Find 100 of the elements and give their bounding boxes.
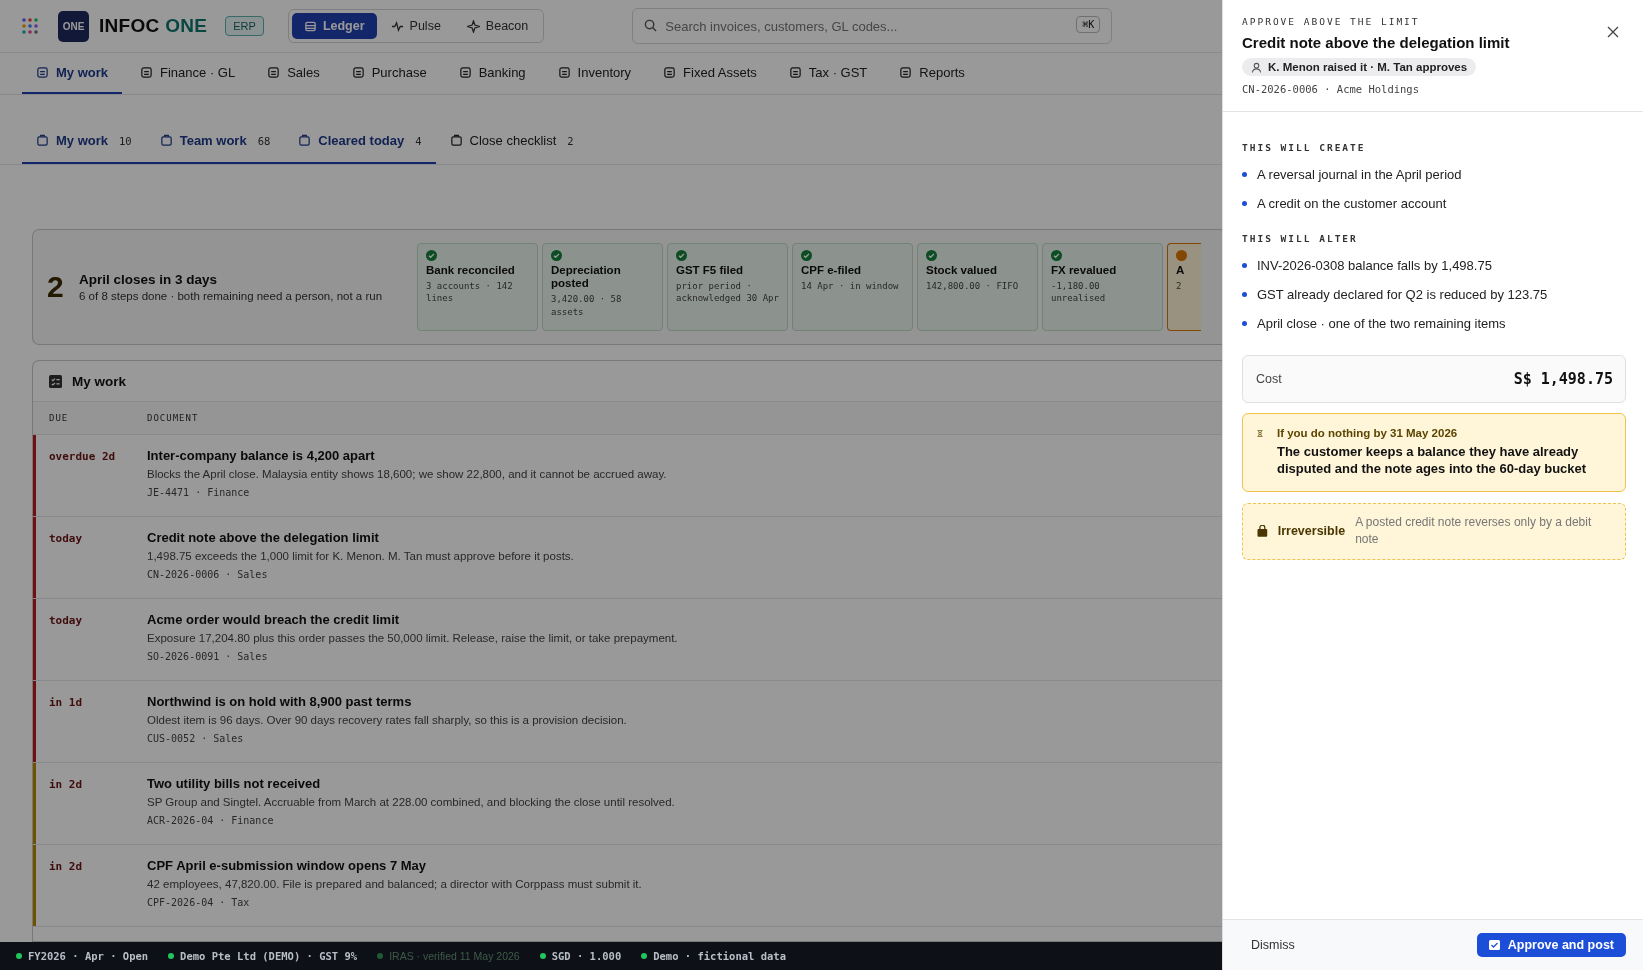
item-reference: ACR-2026-04 · Finance bbox=[147, 815, 275, 826]
due-label: in 2d bbox=[49, 859, 84, 875]
step-detail: 142,800.00 · FIFO bbox=[926, 280, 1019, 293]
logo-mark: ONE bbox=[58, 10, 89, 42]
approve-button[interactable]: Approve and post bbox=[1476, 933, 1626, 957]
close-icon[interactable] bbox=[1605, 24, 1621, 40]
close-step-card[interactable]: Bank reconciled 3 accounts · 142 lines bbox=[417, 243, 538, 331]
pulse-icon bbox=[390, 19, 404, 33]
step-title: Bank reconciled bbox=[426, 264, 515, 278]
effect-item: GST already declared for Q2 is reduced by 123.75 bbox=[1257, 287, 1548, 302]
warning-text: The customer keeps a balance they have already disputed and the note ages into the 60-day bucket bbox=[1277, 444, 1588, 478]
mode-tab[interactable]: Beacon bbox=[454, 13, 541, 39]
work-tab[interactable]: Cleared today 4 bbox=[284, 119, 436, 164]
step-detail: 3 accounts · 142 lines bbox=[426, 280, 514, 305]
close-step-card[interactable]: GST F5 filed prior period · acknowledged 30 Apr bbox=[667, 243, 788, 331]
step-title: A bbox=[1176, 264, 1185, 278]
item-title: Two utility bills not received bbox=[147, 776, 322, 791]
section-heading: THIS WILL CREATE bbox=[1242, 142, 1367, 153]
step-detail: -1,180.00 unrealised bbox=[1051, 280, 1107, 305]
list-icon bbox=[788, 66, 802, 79]
item-description: Blocks the April close. Malaysia entity shows 18,600; we show 22,800, and it cannot be accrued away. bbox=[147, 468, 667, 480]
document-reference: CN-2026-0006 · Acme Holdings bbox=[1242, 83, 1419, 95]
work-item-row[interactable]: in 2d Two utility bills not received SP Group and Singtel. Accruable from March at 228.00 combined, and blocking the close until resolved. ACR-2026-04 · Finance bbox=[33, 763, 1222, 845]
clipboard-icon bbox=[298, 134, 312, 147]
nav-tab[interactable]: Banking bbox=[444, 53, 540, 94]
clipboard-icon bbox=[449, 134, 463, 147]
close-step-card[interactable]: Depreciation posted 3,420.00 · 58 assets bbox=[542, 243, 663, 331]
item-reference: CN-2026-0006 · Sales bbox=[147, 569, 269, 580]
nav-tab[interactable]: Sales bbox=[253, 53, 334, 94]
work-item-row[interactable]: in 2d CPF April e-submission window opens 7 May 42 employees, 47,820.00. File is prepared and balanced; a director with Corppass must submit it. CPF-2026-04 · Tax bbox=[33, 845, 1222, 927]
item-reference: SO-2026-0091 · Sales bbox=[147, 651, 269, 662]
step-detail: prior period · acknowledged 30 Apr bbox=[676, 280, 779, 305]
item-description: SP Group and Singtel. Accruable from March at 228.00 combined, and blocking the close until resolved. bbox=[147, 796, 675, 808]
due-label: in 2d bbox=[49, 777, 84, 793]
nav-tab[interactable]: Purchase bbox=[337, 53, 441, 94]
clipboard-icon bbox=[36, 134, 49, 147]
step-title: FX revalued bbox=[1051, 264, 1117, 278]
item-title: Acme order would breach the credit limit bbox=[147, 612, 401, 627]
shortcut-hint: ⌘K bbox=[1076, 16, 1101, 33]
close-step-card[interactable]: FX revalued -1,180.00 unrealised bbox=[1042, 243, 1163, 331]
warning-heading: If you do nothing by 31 May 2026 bbox=[1277, 427, 1459, 439]
close-step-card[interactable]: CPF e-filed 14 Apr · in window bbox=[792, 243, 913, 331]
banner-subtitle: 6 of 8 steps done · both remaining need a person, not a run bbox=[79, 290, 384, 302]
person-icon bbox=[1251, 61, 1262, 73]
bullet-icon bbox=[1242, 172, 1247, 177]
ledger-icon bbox=[303, 19, 317, 33]
list-icon bbox=[899, 66, 913, 79]
due-label: today bbox=[49, 531, 84, 547]
effect-item: INV-2026-0308 balance falls by 1,498.75 bbox=[1257, 258, 1492, 273]
check-icon bbox=[551, 250, 562, 261]
step-detail: 2 bbox=[1176, 280, 1182, 293]
work-tab[interactable]: Team work 68 bbox=[145, 119, 285, 164]
column-header: DUE bbox=[49, 413, 70, 423]
nav-tab[interactable]: Finance · GL bbox=[126, 53, 250, 94]
step-title: CPF e-filed bbox=[801, 264, 862, 278]
item-title: Inter-company balance is 4,200 apart bbox=[147, 448, 376, 463]
item-description: 42 employees, 47,820.00. File is prepared and balanced; a director with Corppass must submit it. bbox=[147, 878, 642, 890]
nav-tab[interactable]: Inventory bbox=[543, 53, 646, 94]
step-title: Stock valued bbox=[926, 264, 997, 278]
work-tab[interactable]: Close checklist 2 bbox=[435, 119, 588, 164]
close-step-card[interactable]: Stock valued 142,800.00 · FIFO bbox=[917, 243, 1038, 331]
item-reference: CPF-2026-04 · Tax bbox=[147, 897, 251, 908]
hourglass-icon bbox=[1257, 427, 1263, 440]
check-icon bbox=[926, 250, 937, 261]
work-item-row[interactable]: today Acme order would breach the credit limit Exposure 17,204.80 plus this order passes the 50,000 limit. Release, raise the limit, or take prepayment. SO-2026-0091 · Sales bbox=[33, 599, 1222, 681]
mode-tab[interactable]: Ledger bbox=[291, 13, 377, 39]
steps-remaining-count: 2 bbox=[47, 270, 65, 304]
check-icon bbox=[426, 250, 437, 261]
mode-tab[interactable]: Pulse bbox=[378, 13, 453, 39]
column-header: DOCUMENT bbox=[147, 413, 199, 423]
clipboard-icon bbox=[159, 134, 173, 147]
item-reference: CUS-0052 · Sales bbox=[147, 733, 245, 744]
status-item: Demo Pte Ltd (DEMO) · GST 9% bbox=[168, 950, 358, 962]
dismiss-button[interactable]: Dismiss bbox=[1245, 937, 1301, 953]
banner-title: April closes in 3 days bbox=[79, 272, 219, 287]
item-title: CPF April e-submission window opens 7 May bbox=[147, 858, 428, 873]
people-chip: K. Menon raised it · M. Tan approves bbox=[1242, 58, 1477, 76]
work-tab[interactable]: My work 10 bbox=[22, 119, 146, 164]
close-step-card[interactable]: A 2 bbox=[1167, 243, 1201, 331]
nav-tab[interactable]: Tax · GST bbox=[774, 53, 882, 94]
work-item-row[interactable]: today Credit note above the delegation limit 1,498.75 exceeds the 1,000 limit for K. Menon. M. Tan must approve before it posts. CN-2026-0006 · Sales bbox=[33, 517, 1222, 599]
bag-icon bbox=[1257, 525, 1268, 538]
nav-tab[interactable]: Fixed Assets bbox=[649, 53, 771, 94]
due-label: overdue 2d bbox=[49, 449, 117, 465]
status-item: FY2026 · Apr · Open bbox=[16, 950, 149, 962]
item-description: Exposure 17,204.80 plus this order passes the 50,000 limit. Release, raise the limit, or take prepayment. bbox=[147, 632, 678, 644]
work-item-row[interactable]: in 1d Northwind is on hold with 8,900 past terms Oldest item is 96 days. Over 90 days recovery rates fall sharply, so this is a provision decision. CUS-0052 · Sales bbox=[33, 681, 1222, 763]
check-icon bbox=[676, 250, 687, 261]
nav-tab[interactable]: My work bbox=[22, 53, 122, 94]
item-description: Oldest item is 96 days. Over 90 days recovery rates fall sharply, so this is a provision decision. bbox=[147, 714, 627, 726]
nav-tab[interactable]: Reports bbox=[885, 53, 979, 94]
bullet-icon bbox=[1242, 201, 1247, 206]
status-item: IRAS · verified 11 May 2026 bbox=[377, 950, 520, 962]
bullet-icon bbox=[1242, 292, 1247, 297]
list-icon bbox=[663, 66, 677, 79]
check-icon bbox=[1488, 940, 1500, 950]
step-detail: 3,420.00 · 58 assets bbox=[551, 293, 623, 318]
search-icon bbox=[644, 19, 658, 32]
work-item-row[interactable]: overdue 2d Inter-company balance is 4,200 apart Blocks the April close. Malaysia entity shows 18,600; we show 22,800, and it cannot be accrued away. JE-4471 · Finance bbox=[33, 435, 1222, 517]
apps-grid-icon[interactable] bbox=[22, 18, 38, 34]
